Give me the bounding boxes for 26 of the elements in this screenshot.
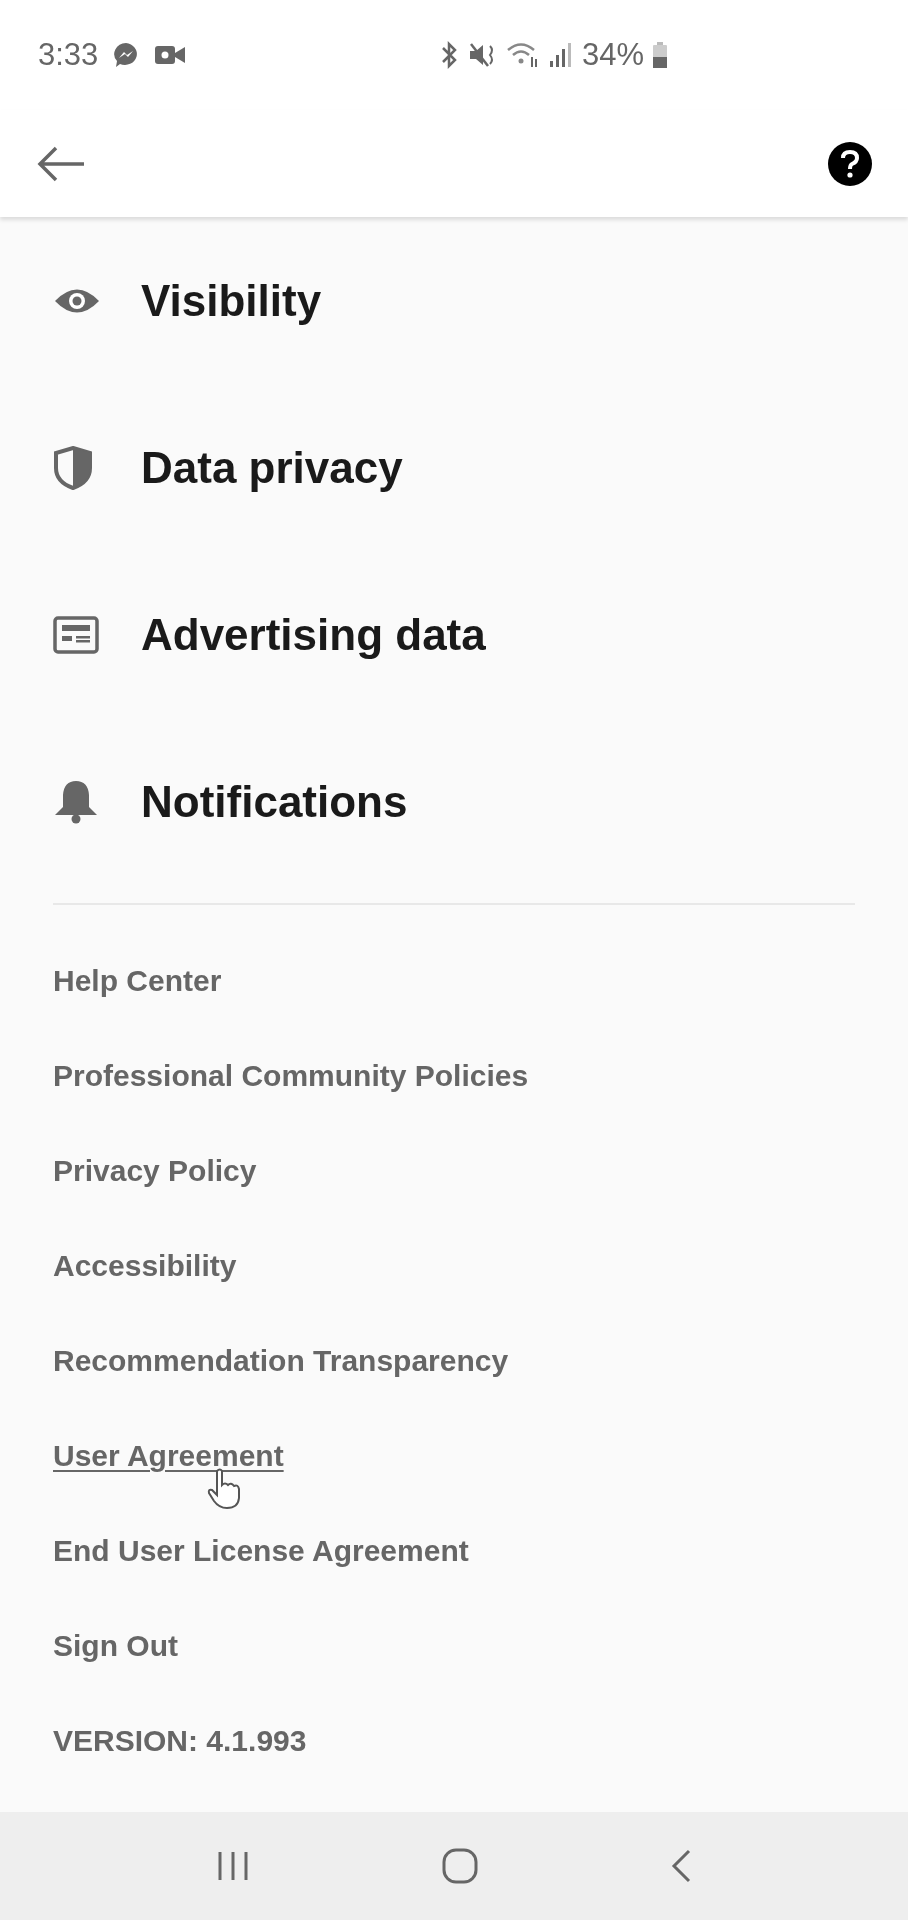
settings-item[interactable]: Notifications — [53, 718, 855, 885]
settings-item[interactable]: Visibility — [53, 217, 855, 384]
settings-item[interactable]: Advertising data — [53, 551, 855, 718]
footer-link[interactable]: Help Center — [53, 958, 222, 1003]
signal-icon — [548, 41, 574, 69]
footer-link[interactable]: Recommendation Transparency — [53, 1338, 509, 1383]
back-nav-button[interactable] — [669, 1848, 693, 1884]
settings-item[interactable]: Data privacy — [53, 384, 855, 551]
newspaper-icon — [53, 615, 99, 654]
footer-link[interactable]: Privacy Policy — [53, 1148, 257, 1193]
version-label: VERSION: 4.1.993 — [53, 1723, 307, 1759]
footer-link[interactable]: Sign Out — [53, 1623, 178, 1668]
shield-icon — [53, 445, 93, 490]
home-button[interactable] — [441, 1847, 479, 1885]
status-time: 3:33 — [38, 35, 99, 74]
battery-percent: 34% — [582, 35, 645, 74]
video-camera-icon — [154, 43, 187, 67]
footer-link[interactable]: Accessibility — [53, 1243, 237, 1288]
help-button[interactable] — [828, 141, 872, 186]
footer-link[interactable]: End User License Agreement — [53, 1528, 469, 1573]
question-mark-icon — [840, 149, 860, 178]
footer-link[interactable]: User Agreement — [53, 1433, 284, 1478]
bell-icon — [53, 778, 99, 825]
battery-icon — [652, 41, 669, 69]
wifi-icon — [506, 41, 540, 69]
footer-link[interactable]: Professional Community Policies — [53, 1053, 529, 1098]
